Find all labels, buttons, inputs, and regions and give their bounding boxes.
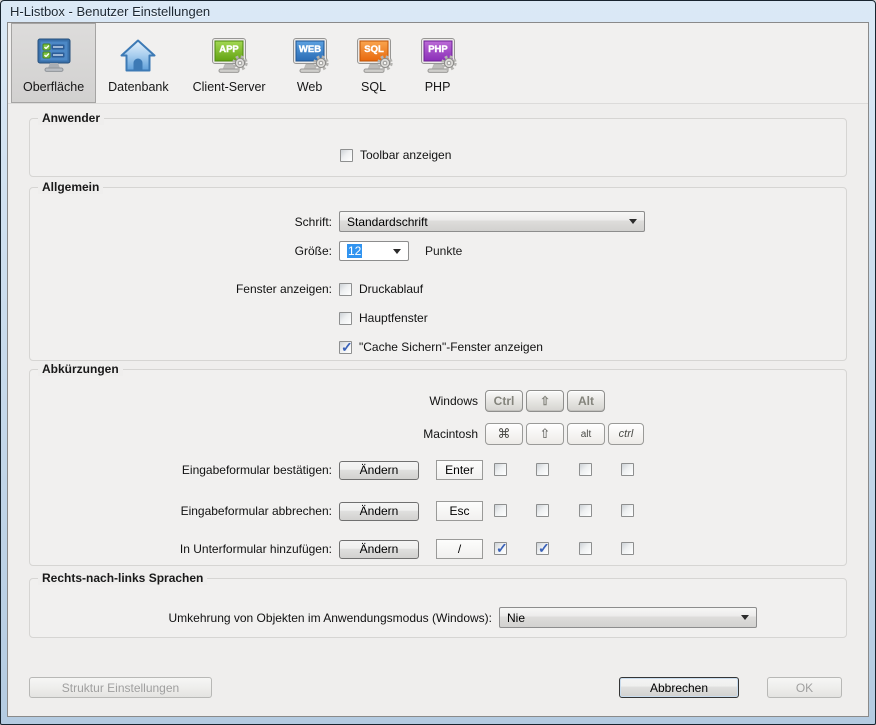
aendern-button[interactable]: Ändern <box>339 540 419 559</box>
group-title: Allgemein <box>38 180 103 194</box>
cache-sichern-checkbox[interactable] <box>339 341 352 354</box>
titlebar[interactable]: H-Listbox - Benutzer Einstellungen <box>1 1 875 22</box>
checkbox-label: "Cache Sichern"-Fenster anzeigen <box>359 340 543 354</box>
shortcut-key-display: / <box>436 539 483 559</box>
umkehrung-value: Nie <box>507 611 525 625</box>
shortcut-key-display: Enter <box>436 460 483 480</box>
alt-key-cap: Alt <box>567 390 605 412</box>
schrift-select[interactable]: Standardschrift <box>339 211 645 232</box>
toolbar-anzeigen-checkbox[interactable] <box>340 149 353 162</box>
tab-label: Web <box>297 80 322 94</box>
monitor-ui-icon <box>34 37 74 75</box>
settings-category-toolbar: Oberfläche Datenbank APP Client-Server <box>8 23 868 104</box>
home-icon <box>118 37 158 75</box>
ctrl-key-cap: Ctrl <box>485 390 523 412</box>
hauptfenster-checkbox[interactable] <box>339 312 352 325</box>
svg-text:WEB: WEB <box>298 44 320 55</box>
umkehrung-label: Umkehrung von Objekten im Anwendungsmodu… <box>30 611 492 625</box>
tab-label: Oberfläche <box>23 80 84 94</box>
tab-web[interactable]: WEB Web <box>278 23 342 103</box>
checkbox-label: Hauptfenster <box>359 311 428 325</box>
modifier-checkbox[interactable] <box>621 463 634 476</box>
shortcut-key-display: Esc <box>436 501 483 521</box>
web-monitor-gear-icon: WEB <box>290 37 330 75</box>
svg-text:PHP: PHP <box>428 44 448 55</box>
checkbox-label: Druckablauf <box>359 282 423 296</box>
ctrl-key-cap: ctrl <box>608 423 644 445</box>
modifier-checkbox[interactable] <box>579 504 592 517</box>
checkbox-label: Toolbar anzeigen <box>360 148 451 162</box>
modifier-checkbox[interactable] <box>621 542 634 555</box>
aendern-button[interactable]: Ändern <box>339 461 419 480</box>
modifier-checkbox[interactable] <box>536 504 549 517</box>
modifier-checkbox[interactable] <box>494 542 507 555</box>
ok-button[interactable]: OK <box>767 677 842 698</box>
bestaetigen-label: Eingabeformular bestätigen: <box>30 463 332 477</box>
shift-key-cap: ⇧ <box>526 390 564 412</box>
modifier-checkbox[interactable] <box>621 504 634 517</box>
tab-oberflaeche[interactable]: Oberfläche <box>11 23 96 103</box>
modifier-checkbox[interactable] <box>579 542 592 555</box>
schrift-label: Schrift: <box>30 215 332 229</box>
modifier-checkbox[interactable] <box>494 504 507 517</box>
modifier-checkbox[interactable] <box>536 542 549 555</box>
umkehrung-select[interactable]: Nie <box>499 607 757 628</box>
windows-label: Windows <box>30 394 478 408</box>
php-monitor-gear-icon: PHP <box>418 37 458 75</box>
tab-sql[interactable]: SQL SQL <box>342 23 406 103</box>
shift-key-cap: ⇧ <box>526 423 564 445</box>
modifier-checkbox[interactable] <box>579 463 592 476</box>
group-title: Abkürzungen <box>38 362 123 376</box>
groesse-select[interactable]: 12 <box>339 241 409 261</box>
abbrechen-label: Eingabeformular abbrechen: <box>30 504 332 518</box>
group-title: Rechts-nach-links Sprachen <box>38 571 207 585</box>
group-rtl-sprachen: Rechts-nach-links Sprachen Umkehrung von… <box>29 578 847 638</box>
fenster-anzeigen-label: Fenster anzeigen: <box>30 282 332 296</box>
modifier-checkbox[interactable] <box>536 463 549 476</box>
sql-monitor-gear-icon: SQL <box>354 37 394 75</box>
tab-label: SQL <box>361 80 386 94</box>
group-title: Anwender <box>38 111 104 125</box>
tab-label: Datenbank <box>108 80 168 94</box>
window-title: H-Listbox - Benutzer Einstellungen <box>10 4 210 19</box>
tab-label: PHP <box>425 80 451 94</box>
svg-text:APP: APP <box>219 44 239 55</box>
tab-php[interactable]: PHP PHP <box>406 23 470 103</box>
tab-client-server[interactable]: APP Client-Server <box>181 23 278 103</box>
tab-label: Client-Server <box>193 80 266 94</box>
app-monitor-gear-icon: APP <box>209 37 249 75</box>
modifier-checkbox[interactable] <box>494 463 507 476</box>
struktur-einstellungen-button[interactable]: Struktur Einstellungen <box>29 677 212 698</box>
groesse-value: 12 <box>347 244 362 258</box>
punkte-label: Punkte <box>425 244 462 258</box>
druckablauf-checkbox[interactable] <box>339 283 352 296</box>
abbrechen-button[interactable]: Abbrechen <box>619 677 739 698</box>
svg-text:SQL: SQL <box>364 44 384 55</box>
tab-datenbank[interactable]: Datenbank <box>96 23 180 103</box>
schrift-value: Standardschrift <box>347 215 428 229</box>
option-key-cap: alt <box>567 423 605 445</box>
command-key-cap: ⌘ <box>485 423 523 445</box>
group-anwender: Anwender Toolbar anzeigen <box>29 118 847 177</box>
groesse-label: Größe: <box>30 244 332 258</box>
settings-dialog: H-Listbox - Benutzer Einstellungen <box>0 0 876 725</box>
aendern-button[interactable]: Ändern <box>339 502 419 521</box>
dialog-content: Oberfläche Datenbank APP Client-Server <box>7 22 869 717</box>
group-allgemein: Allgemein Schrift: Standardschrift Größe… <box>29 187 847 361</box>
group-abkuerzungen: Abkürzungen Windows Ctrl ⇧ Alt Macintosh… <box>29 369 847 566</box>
macintosh-label: Macintosh <box>30 427 478 441</box>
hinzufuegen-label: In Unterformular hinzufügen: <box>30 542 332 556</box>
